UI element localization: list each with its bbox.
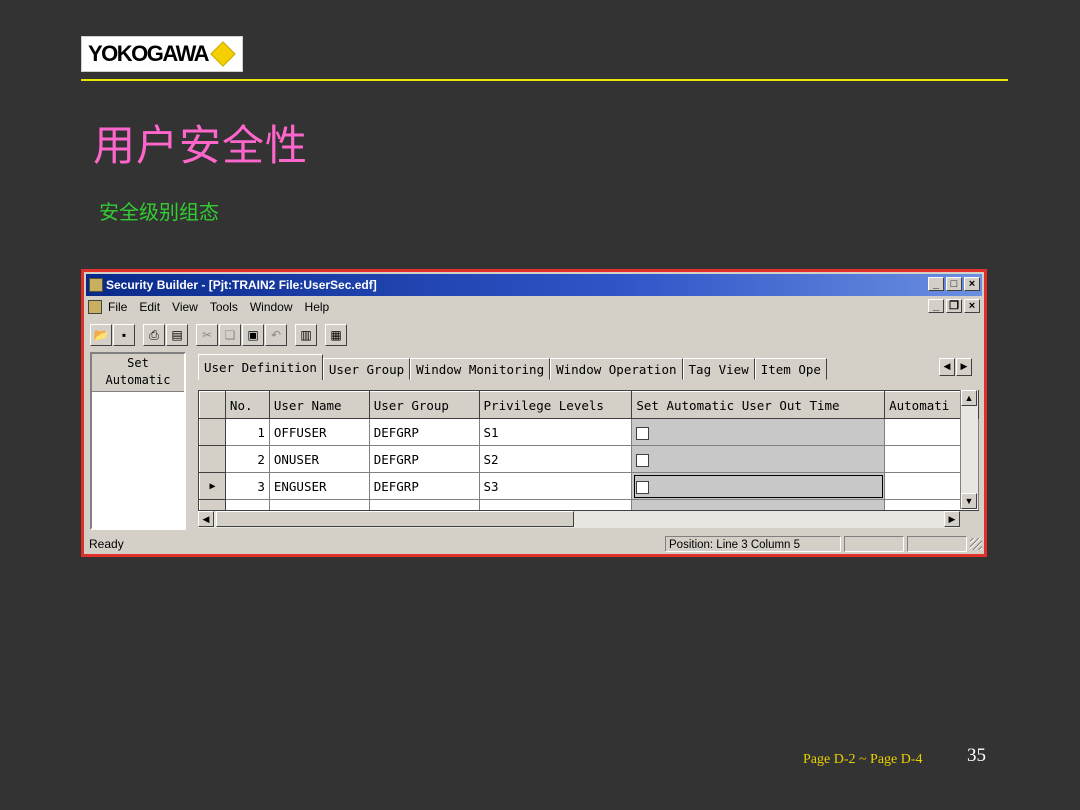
status-pane-2 — [844, 536, 904, 552]
menu-view[interactable]: View — [172, 300, 198, 314]
row-header[interactable] — [199, 445, 226, 473]
table-row[interactable]: 2 ONUSER DEFGRP S2 — [199, 445, 979, 473]
cut-icon[interactable]: ✂ — [196, 324, 218, 346]
slide-subtitle: 安全级别组态 — [99, 200, 219, 224]
minimize-button[interactable]: _ — [928, 277, 944, 291]
table-row[interactable]: ▶ 3 ENGUSER DEFGRP S3 — [199, 472, 979, 500]
slide-title: 用户安全性 — [93, 121, 309, 170]
window-icon-2[interactable]: ▦ — [325, 324, 347, 346]
scroll-right-icon[interactable]: ▶ — [944, 511, 960, 527]
menu-bar: File Edit View Tools Window Help _ ❐ × — [88, 298, 980, 316]
cell-no[interactable]: 3 — [224, 472, 270, 500]
cell-user-name[interactable]: OFFUSER — [268, 418, 370, 446]
header-rule — [81, 79, 1008, 81]
table-row[interactable] — [199, 499, 979, 510]
cell-user-group[interactable]: DEFGRP — [368, 445, 480, 473]
print-icon[interactable]: ⎙ — [143, 324, 165, 346]
column-header-privilege-levels[interactable]: Privilege Levels — [478, 391, 633, 419]
status-position: Position: Line 3 Column 5 — [665, 536, 841, 552]
tab-user-definition[interactable]: User Definition — [198, 354, 323, 380]
vertical-scrollbar[interactable]: ▲ ▼ — [960, 390, 978, 509]
cell-privilege[interactable]: S3 — [478, 472, 633, 500]
user-grid: No. User Name User Group Privilege Level… — [198, 390, 979, 511]
tab-scroll-left-icon[interactable]: ◀ — [939, 358, 955, 376]
cell-user-name[interactable]: ENGUSER — [268, 472, 370, 500]
scroll-up-icon[interactable]: ▲ — [961, 390, 977, 406]
tab-tag-view[interactable]: Tag View — [682, 358, 755, 380]
menu-tools[interactable]: Tools — [210, 300, 238, 314]
logo-diamond-icon — [210, 41, 236, 67]
auto-out-checkbox[interactable] — [636, 480, 650, 494]
open-icon[interactable]: 📂 — [90, 324, 112, 346]
close-button[interactable]: × — [964, 277, 980, 291]
resize-grip-icon[interactable] — [970, 538, 982, 550]
column-header-user-name[interactable]: User Name — [268, 391, 370, 419]
menu-file[interactable]: File — [108, 300, 127, 314]
scroll-left-icon[interactable]: ◀ — [198, 511, 214, 527]
menu-edit[interactable]: Edit — [139, 300, 160, 314]
current-row-indicator-icon[interactable]: ▶ — [199, 472, 226, 500]
cell-no[interactable]: 2 — [224, 445, 270, 473]
cell-auto-out[interactable] — [631, 418, 886, 446]
grid-header-row: No. User Name User Group Privilege Level… — [199, 391, 979, 419]
column-header-user-group[interactable]: User Group — [368, 391, 480, 419]
undo-icon[interactable]: ↶ — [265, 324, 287, 346]
mdi-restore-button[interactable]: ❐ — [946, 299, 962, 313]
auto-out-checkbox[interactable] — [636, 453, 650, 467]
cell-user-name[interactable]: ONUSER — [268, 445, 370, 473]
save-icon[interactable]: ▪ — [113, 324, 135, 346]
table-row[interactable]: 1 OFFUSER DEFGRP S1 — [199, 418, 979, 446]
app-icon — [89, 278, 103, 292]
menu-window[interactable]: Window — [250, 300, 293, 314]
toolbar: 📂 ▪ ⎙ ▤ ✂ ❏ ▣ ↶ ▥ ▦ — [90, 322, 347, 348]
cell-user-group[interactable]: DEFGRP — [368, 472, 480, 500]
window-icon-1[interactable]: ▥ — [295, 324, 317, 346]
paste-icon[interactable]: ▣ — [242, 324, 264, 346]
tab-scroll-right-icon[interactable]: ▶ — [956, 358, 972, 376]
tab-user-group[interactable]: User Group — [322, 358, 411, 380]
column-header-auto-user-out-time[interactable]: Set Automatic User Out Time — [631, 391, 886, 419]
status-pane-3 — [907, 536, 967, 552]
horizontal-scroll-thumb[interactable] — [216, 511, 574, 527]
yokogawa-logo: YOKOGAWA — [81, 36, 243, 72]
tab-item-operation[interactable]: Item Ope — [754, 358, 827, 380]
left-pane-header: Set Automatic — [92, 354, 184, 392]
window-titlebar[interactable]: Security Builder - [Pjt:TRAIN2 File:User… — [86, 274, 982, 296]
cell-privilege[interactable]: S1 — [478, 418, 633, 446]
tab-strip: User Definition User Group Window Monito… — [198, 354, 827, 380]
cell-privilege[interactable]: S2 — [478, 445, 633, 473]
security-builder-window: Security Builder - [Pjt:TRAIN2 File:User… — [81, 269, 987, 557]
cell-no[interactable]: 1 — [224, 418, 270, 446]
document-icon[interactable] — [88, 300, 102, 314]
maximize-button[interactable]: □ — [946, 277, 962, 291]
mdi-close-button[interactable]: × — [964, 299, 980, 313]
row-header[interactable] — [199, 418, 226, 446]
tab-window-operation[interactable]: Window Operation — [550, 358, 683, 380]
column-header-no[interactable]: No. — [224, 391, 270, 419]
horizontal-scrollbar[interactable]: ◀ ▶ — [198, 511, 960, 528]
auto-out-checkbox[interactable] — [636, 426, 650, 440]
cell-auto-out[interactable] — [631, 445, 886, 473]
grid-corner[interactable] — [199, 391, 226, 419]
menu-help[interactable]: Help — [305, 300, 330, 314]
mdi-minimize-button[interactable]: _ — [928, 299, 944, 313]
print-preview-icon[interactable]: ▤ — [166, 324, 188, 346]
cell-user-group[interactable]: DEFGRP — [368, 418, 480, 446]
tab-window-monitoring[interactable]: Window Monitoring — [410, 358, 551, 380]
logo-text: YOKOGAWA — [88, 41, 210, 66]
left-pane[interactable]: Set Automatic — [90, 352, 186, 530]
cell-auto-out-selected[interactable] — [631, 472, 886, 500]
copy-icon[interactable]: ❏ — [219, 324, 241, 346]
status-bar: Ready Position: Line 3 Column 5 — [86, 534, 982, 554]
window-title: Security Builder - [Pjt:TRAIN2 File:User… — [106, 278, 377, 292]
page-reference: Page D-2 ~ Page D-4 — [803, 752, 923, 767]
scroll-down-icon[interactable]: ▼ — [961, 493, 977, 509]
page-number: 35 — [967, 745, 986, 766]
status-text: Ready — [89, 537, 124, 551]
